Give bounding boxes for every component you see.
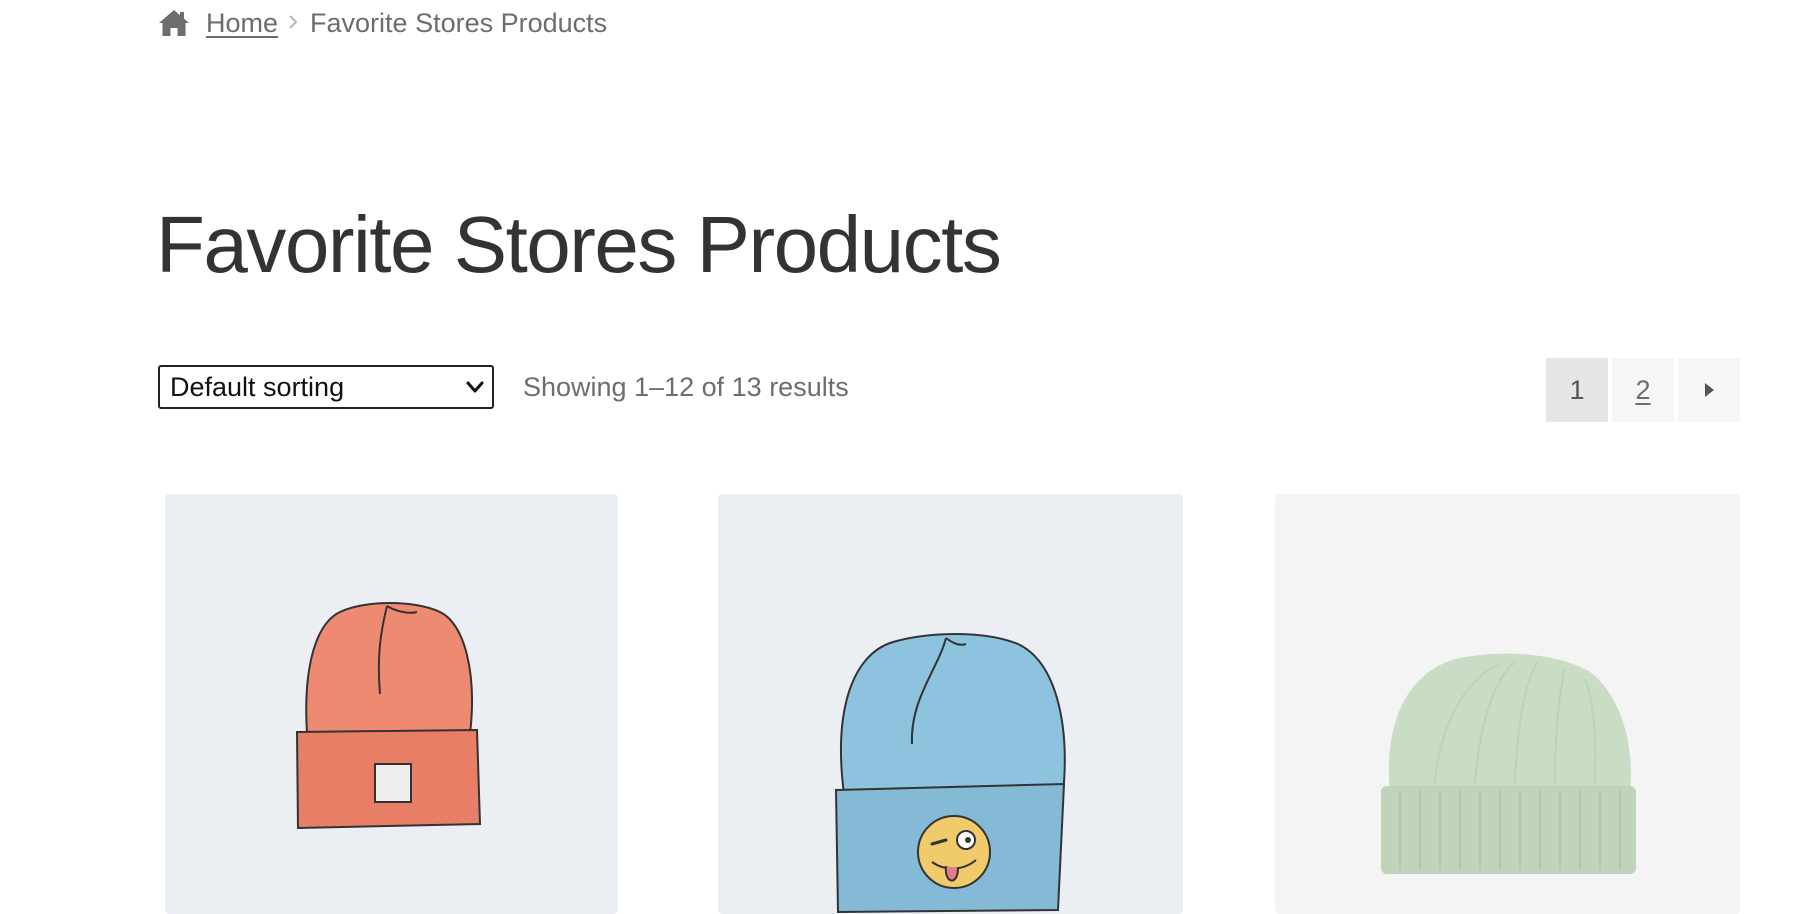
orange-beanie-image bbox=[165, 494, 618, 914]
product-card-blue-emoji-beanie[interactable] bbox=[718, 494, 1183, 914]
sorting-select[interactable]: Default sorting bbox=[158, 365, 494, 409]
page-title: Favorite Stores Products bbox=[156, 200, 1002, 289]
product-card-orange-beanie[interactable] bbox=[165, 494, 618, 914]
result-count: Showing 1–12 of 13 results bbox=[523, 371, 849, 402]
home-icon[interactable] bbox=[158, 8, 190, 38]
pagination-next-button[interactable] bbox=[1678, 358, 1740, 422]
product-card-mint-beanie[interactable] bbox=[1275, 494, 1740, 914]
breadcrumb: Home Favorite Stores Products bbox=[158, 0, 607, 46]
pagination: 1 2 bbox=[1546, 358, 1740, 422]
mint-beanie-image bbox=[1275, 494, 1740, 914]
breadcrumb-current: Favorite Stores Products bbox=[310, 7, 608, 38]
breadcrumb-home-link[interactable]: Home bbox=[206, 8, 278, 39]
shop-toolbar: Default sorting Showing 1–12 of 13 resul… bbox=[158, 358, 1740, 422]
pagination-page-2[interactable]: 2 bbox=[1612, 358, 1674, 422]
blue-emoji-beanie-image bbox=[718, 494, 1183, 914]
chevron-right-icon bbox=[288, 12, 298, 35]
caret-right-icon bbox=[1705, 383, 1714, 397]
chevron-down-icon bbox=[466, 381, 484, 393]
pagination-page-1: 1 bbox=[1546, 358, 1608, 422]
page: Home Favorite Stores Products Favorite S… bbox=[0, 0, 1800, 914]
sorting-selected-value: Default sorting bbox=[170, 371, 345, 402]
